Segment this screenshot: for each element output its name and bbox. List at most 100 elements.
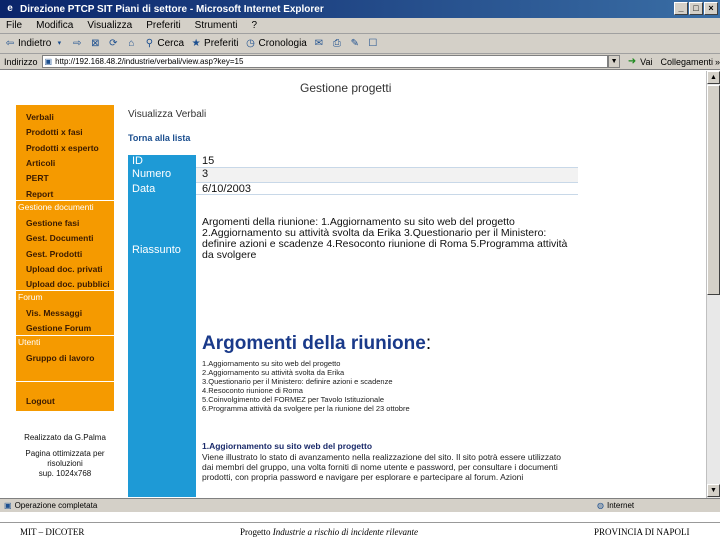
menu-help[interactable]: ?	[251, 20, 257, 31]
sidebar-item-prodotti-esperto[interactable]: Prodotti x esperto	[26, 143, 99, 153]
back-arrow-icon: ⇦	[5, 37, 15, 49]
home-icon[interactable]: ⌂	[125, 38, 137, 50]
search-button-label: Cerca	[157, 38, 185, 49]
mail-icon[interactable]: ✉	[313, 38, 325, 50]
menu-view[interactable]: Visualizza	[87, 20, 132, 31]
argomento-1-description: Viene illustrato lo stato di avanzamento…	[202, 452, 561, 482]
scrollbar-thumb[interactable]	[707, 85, 720, 295]
list-item: 2.Aggiornamento su attività svolta da Er…	[202, 368, 345, 377]
summary-section: Riassunto Argomenti della riunione: 1.Ag…	[128, 195, 578, 497]
internet-explorer-icon: e	[7, 3, 13, 14]
minimize-button[interactable]: _	[674, 2, 688, 15]
data-label: Data	[128, 183, 196, 195]
address-input[interactable]: ▣ http://192.168.48.2/industrie/verbali/…	[41, 55, 609, 68]
footer-right: PROVINCIA DI NAPOLI	[594, 527, 690, 537]
slide-footer: MIT – DICOTER Progetto Industrie a risch…	[0, 522, 720, 540]
links-button[interactable]: Collegamenti »	[660, 57, 720, 67]
menu-bar: File Modifica Visualizza Preferiti Strum…	[0, 18, 720, 34]
discuss-icon[interactable]: ☐	[367, 38, 379, 50]
sidebar-section-documents: Gestione documenti	[18, 202, 94, 212]
riassunto-text: Argomenti della riunione: 1.Aggiornament…	[202, 216, 568, 261]
scroll-up-button[interactable]: ▲	[707, 71, 720, 84]
window-title: Direzione PTCP SIT Piani di settore - Mi…	[20, 3, 324, 15]
section-divider	[16, 290, 114, 291]
argomenti-list: 1.Aggiornamento su sito web del progetto…	[202, 359, 410, 413]
section-divider	[16, 381, 114, 382]
sidebar-item-report[interactable]: Report	[26, 189, 53, 199]
vertical-scrollbar[interactable]: ▲ ▼	[706, 71, 720, 498]
section-divider	[16, 200, 114, 201]
print-icon[interactable]: ⎙	[331, 38, 343, 50]
chevron-down-icon: ▾	[57, 39, 62, 47]
credits: Realizzato da G.Palma Pagina ottimizzata…	[16, 433, 114, 479]
credits-author: Realizzato da G.Palma	[24, 433, 106, 442]
credits-resolution-label: risoluzioni	[47, 459, 83, 468]
logout-link[interactable]: Logout	[26, 396, 55, 406]
search-button[interactable]: ⚲ Cerca	[143, 38, 184, 50]
data-value: 6/10/2003	[196, 183, 578, 195]
sidebar-item-verbali[interactable]: Verbali	[26, 112, 54, 122]
status-bar: ▣ Operazione completata ◍ Internet	[0, 498, 720, 512]
table-row: Numero 3	[128, 168, 578, 183]
menu-favorites[interactable]: Preferiti	[146, 20, 180, 31]
sidebar-item-prodotti-fasi[interactable]: Prodotti x fasi	[26, 127, 83, 137]
sidebar-item-gestione-forum[interactable]: Gestione Forum	[26, 323, 91, 333]
refresh-icon[interactable]: ⟳	[107, 38, 119, 50]
sidebar-item-articoli[interactable]: Articoli	[26, 158, 55, 168]
riassunto-label: Riassunto	[132, 244, 181, 256]
scroll-down-button[interactable]: ▼	[707, 484, 720, 497]
go-arrow-icon: ➜	[627, 55, 637, 67]
page-icon: ▣	[44, 57, 53, 66]
favorites-button-label: Preferiti	[204, 38, 239, 49]
sidebar-nav: Verbali Prodotti x fasi Prodotti x esper…	[16, 105, 114, 411]
edit-icon[interactable]: ✎	[349, 38, 361, 50]
sidebar-item-upload-privati[interactable]: Upload doc. privati	[26, 264, 103, 274]
list-item: 6.Programma attività da svolgere per la …	[202, 404, 410, 413]
list-item: 3.Questionario per il Ministero: definir…	[202, 377, 393, 386]
history-icon: ◷	[246, 37, 255, 49]
table-row: ID 15	[128, 155, 578, 168]
security-zone: ◍ Internet	[597, 501, 634, 510]
menu-file[interactable]: File	[6, 20, 22, 31]
sidebar-item-pert[interactable]: PERT	[26, 173, 49, 183]
links-label: Collegamenti	[660, 56, 713, 67]
argomenti-heading: Argomenti della riunione:	[202, 333, 431, 355]
back-button-label: Indietro	[18, 38, 52, 49]
maximize-button[interactable]: □	[689, 2, 703, 15]
id-value: 15	[196, 155, 578, 168]
section-divider	[16, 335, 114, 336]
favorites-button[interactable]: ★ Preferiti	[190, 38, 239, 50]
zone-label: Internet	[606, 501, 635, 510]
sidebar-item-gest-documenti[interactable]: Gest. Documenti	[26, 233, 94, 243]
sidebar-item-gruppo-lavoro[interactable]: Gruppo di lavoro	[26, 353, 94, 363]
page-viewport: Gestione progetti Verbali Prodotti x fas…	[0, 71, 706, 498]
history-button-label: Cronologia	[258, 38, 307, 49]
stop-icon[interactable]: ⊠	[89, 38, 101, 50]
id-label: ID	[128, 155, 196, 168]
menu-tools[interactable]: Strumenti	[195, 20, 238, 31]
forward-arrow-icon[interactable]: ⇨	[71, 38, 83, 50]
sidebar-item-upload-pubblici[interactable]: Upload doc. pubblici	[26, 279, 110, 289]
footer-middle-italic: Industrie a rischio di incidente rilevan…	[272, 527, 418, 537]
footer-left: MIT – DICOTER	[20, 527, 85, 537]
sidebar-item-gestione-fasi[interactable]: Gestione fasi	[26, 218, 79, 228]
back-to-list-link[interactable]: Torna alla lista	[128, 133, 190, 143]
history-button[interactable]: ◷ Cronologia	[245, 38, 307, 50]
sidebar-item-gest-prodotti[interactable]: Gest. Prodotti	[26, 249, 82, 259]
argomento-1-heading: 1.Aggiornamento su sito web del progetto	[202, 441, 373, 451]
sidebar-item-vis-messaggi[interactable]: Vis. Messaggi	[26, 308, 82, 318]
menu-edit[interactable]: Modifica	[36, 20, 73, 31]
list-item: 5.Coinvolgimento del FORMEZ per Tavolo I…	[202, 395, 385, 404]
footer-middle: Progetto Industrie a rischio di incident…	[240, 527, 418, 537]
search-icon: ⚲	[145, 37, 154, 49]
close-button[interactable]: ×	[704, 2, 718, 15]
back-button[interactable]: ⇦ Indietro ▾	[4, 38, 65, 50]
page-done-icon: ▣	[4, 501, 12, 510]
credits-resolution: sup. 1024x768	[38, 469, 92, 478]
address-bar: Indirizzo ▣ http://192.168.48.2/industri…	[0, 54, 720, 70]
credits-optimized: Pagina ottimizzata per	[25, 449, 105, 458]
toolbar: ⇦ Indietro ▾ ⇨ ⊠ ⟳ ⌂ ⚲ Cerca ★ Preferiti…	[0, 34, 720, 54]
chevron-right-icon: »	[714, 56, 720, 67]
go-button[interactable]: ➜ Vai	[626, 55, 653, 68]
address-dropdown-button[interactable]: ▼	[608, 55, 621, 68]
